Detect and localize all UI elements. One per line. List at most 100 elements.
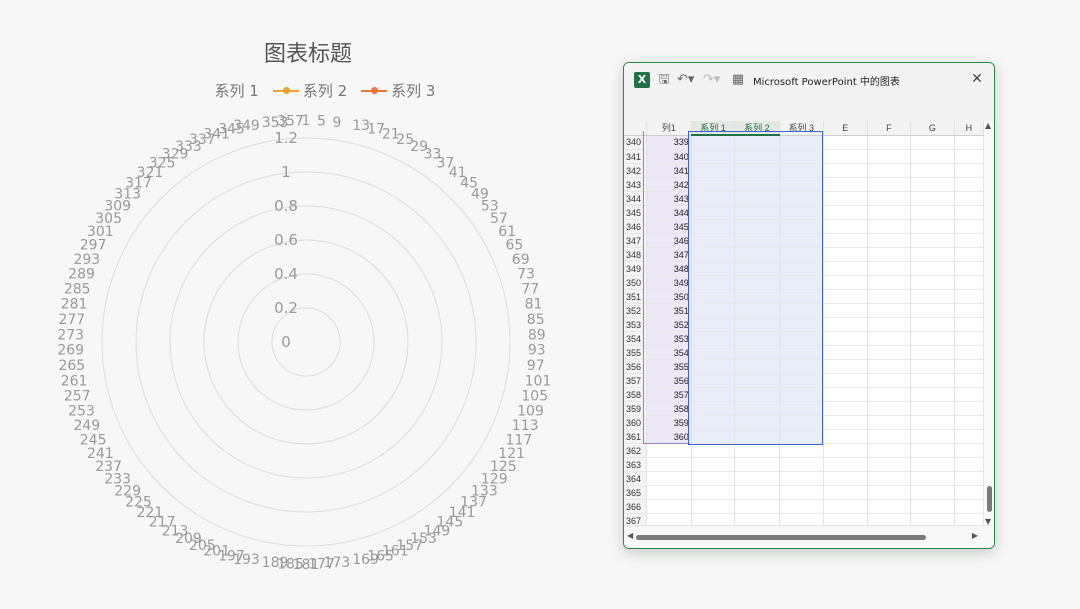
cell[interactable] (823, 415, 868, 430)
cell-series-1[interactable] (691, 275, 736, 290)
cell[interactable] (867, 373, 912, 388)
cell-series-1[interactable] (691, 247, 736, 262)
cell[interactable] (867, 359, 912, 374)
cell[interactable] (867, 163, 912, 178)
cell[interactable] (954, 485, 984, 500)
cell-category[interactable]: 340 (646, 149, 692, 164)
table-row[interactable]: 341 340 (624, 149, 984, 164)
cell[interactable] (910, 219, 955, 234)
cell[interactable] (867, 261, 912, 276)
cell-series-3[interactable] (779, 163, 824, 178)
table-row[interactable]: 355 354 (624, 345, 984, 360)
cell-series-2[interactable] (734, 387, 780, 402)
cell-category[interactable]: 357 (646, 387, 692, 402)
cell-category[interactable] (646, 457, 692, 472)
cell-series-1[interactable] (691, 135, 736, 150)
row-header[interactable]: 341 (624, 149, 647, 164)
cell[interactable] (823, 149, 868, 164)
cell[interactable] (910, 387, 955, 402)
cell[interactable] (823, 135, 868, 150)
cell-category[interactable]: 348 (646, 261, 692, 276)
cell[interactable] (910, 289, 955, 304)
table-row[interactable]: 348 347 (624, 247, 984, 262)
cell[interactable] (867, 149, 912, 164)
cell-series-2[interactable] (734, 429, 780, 444)
undo-icon[interactable]: ↶▾ (677, 72, 694, 88)
cell-series-1[interactable] (691, 191, 736, 206)
cell[interactable] (867, 191, 912, 206)
cell-series-2[interactable] (734, 457, 780, 472)
table-row[interactable]: 361 360 (624, 429, 984, 444)
cell-series-3[interactable] (779, 499, 824, 514)
cell[interactable] (867, 177, 912, 192)
cell[interactable] (823, 289, 868, 304)
cell[interactable] (867, 429, 912, 444)
cell-series-3[interactable] (779, 289, 824, 304)
cell[interactable] (954, 191, 984, 206)
table-row[interactable]: 357 356 (624, 373, 984, 388)
cell[interactable] (867, 135, 912, 150)
cell-series-3[interactable] (779, 247, 824, 262)
cell-series-3[interactable] (779, 191, 824, 206)
cell[interactable] (867, 443, 912, 458)
cell[interactable] (867, 275, 912, 290)
cell[interactable] (954, 359, 984, 374)
select-all-corner[interactable] (624, 121, 647, 136)
table-row[interactable]: 363 (624, 457, 984, 472)
cell[interactable] (954, 303, 984, 318)
cell-series-2[interactable] (734, 289, 780, 304)
cell[interactable] (867, 219, 912, 234)
cell[interactable] (910, 331, 955, 346)
column-header[interactable]: G (910, 121, 955, 136)
table-row[interactable]: 349 348 (624, 261, 984, 276)
row-header[interactable]: 344 (624, 191, 647, 206)
cell[interactable] (954, 289, 984, 304)
scroll-up-icon[interactable]: ▲ (985, 121, 991, 130)
cell[interactable] (867, 247, 912, 262)
row-header[interactable]: 361 (624, 429, 647, 444)
cell-series-2[interactable] (734, 163, 780, 178)
cell-series-3[interactable] (779, 485, 824, 500)
cell[interactable] (910, 205, 955, 220)
cell-series-2[interactable] (734, 443, 780, 458)
edit-data-table-icon[interactable]: ▦ (730, 72, 746, 88)
cell-category[interactable]: 343 (646, 191, 692, 206)
cell-category[interactable]: 350 (646, 289, 692, 304)
cell-category[interactable] (646, 443, 692, 458)
cell[interactable] (954, 373, 984, 388)
cell[interactable] (910, 261, 955, 276)
table-row[interactable]: 344 343 (624, 191, 984, 206)
cell[interactable] (954, 205, 984, 220)
table-row[interactable]: 358 357 (624, 387, 984, 402)
cell[interactable] (823, 443, 868, 458)
spreadsheet-grid[interactable]: 列1 系列 1 系列 2 系列 3 E F G H 340 339 341 340 34… (624, 121, 984, 526)
cell[interactable] (954, 149, 984, 164)
cell[interactable] (910, 317, 955, 332)
row-header[interactable]: 353 (624, 317, 647, 332)
row-header[interactable]: 356 (624, 359, 647, 374)
cell-series-3[interactable] (779, 135, 824, 150)
row-header[interactable]: 355 (624, 345, 647, 360)
row-header[interactable]: 345 (624, 205, 647, 220)
cell-series-2[interactable] (734, 485, 780, 500)
table-row[interactable]: 354 353 (624, 331, 984, 346)
table-row[interactable]: 359 358 (624, 401, 984, 416)
cell[interactable] (954, 219, 984, 234)
column-header[interactable]: 系列 1 (691, 121, 736, 136)
column-header[interactable]: 系列 2 (734, 121, 780, 136)
cell-series-1[interactable] (691, 471, 736, 486)
cell[interactable] (910, 247, 955, 262)
cell-series-2[interactable] (734, 247, 780, 262)
cell[interactable] (910, 429, 955, 444)
table-row[interactable]: 346 345 (624, 219, 984, 234)
cell-category[interactable] (646, 499, 692, 514)
cell-series-1[interactable] (691, 429, 736, 444)
cell-series-3[interactable] (779, 275, 824, 290)
sheet-table[interactable]: 列1 系列 1 系列 2 系列 3 E F G H 340 339 341 340 34… (624, 121, 984, 526)
row-header[interactable]: 342 (624, 163, 647, 178)
table-row[interactable]: 340 339 (624, 135, 984, 150)
cell[interactable] (910, 149, 955, 164)
cell[interactable] (910, 401, 955, 416)
table-row[interactable]: 360 359 (624, 415, 984, 430)
cell[interactable] (867, 233, 912, 248)
